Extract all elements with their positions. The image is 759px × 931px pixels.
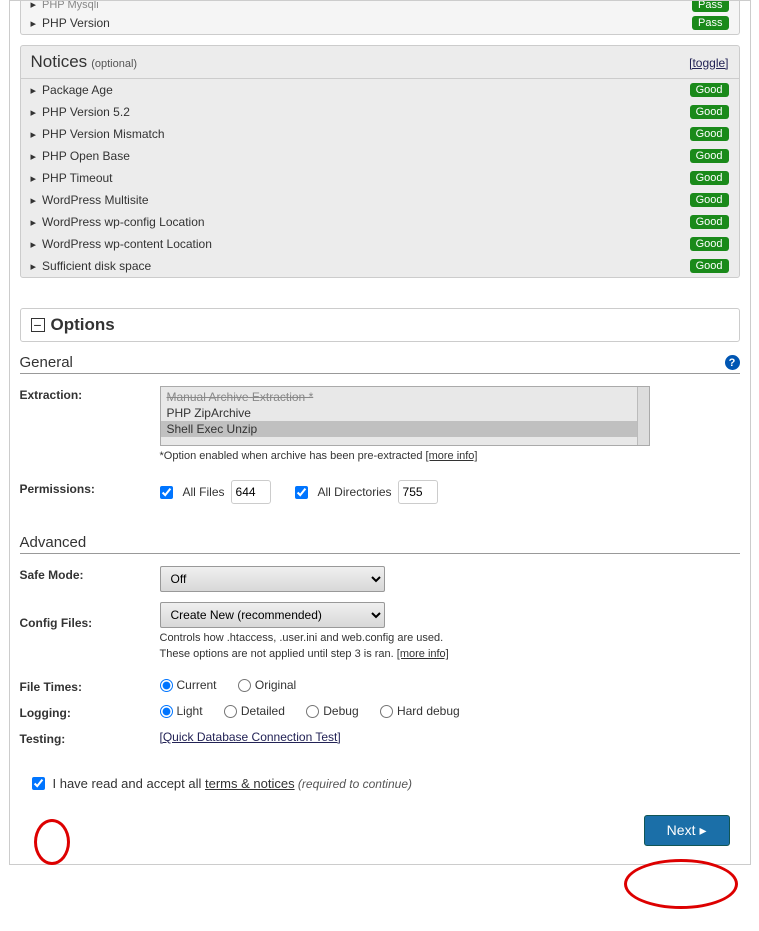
notice-row[interactable]: ▸ WordPress wp-config LocationGood [21,211,739,233]
help-icon[interactable]: ? [725,355,740,370]
status-badge: Good [690,83,729,97]
terms-link[interactable]: terms & notices [205,776,295,791]
notice-row[interactable]: ▸ WordPress MultisiteGood [21,189,739,211]
testing-label: Testing: [20,730,160,746]
check-label: PHP Version [42,16,692,30]
notices-panel: Notices (optional) [toggle] ▸ Package Age… [20,45,740,278]
chevron-right-icon: ▸ [31,260,37,273]
notice-row[interactable]: ▸ Package AgeGood [21,79,739,101]
annotation-circle [34,819,70,865]
status-badge: Pass [692,16,728,30]
status-badge: Good [690,237,729,251]
status-badge: Good [690,193,729,207]
file-times-original-radio[interactable] [238,679,251,692]
notice-label: Sufficient disk space [42,259,690,273]
check-row[interactable]: ▸ PHP MysqliPass [21,1,739,12]
logging-light-radio[interactable] [160,705,173,718]
chevron-right-icon: ▸ [31,17,37,30]
terms-prefix: I have read and accept all [53,776,206,791]
logging-label: Logging: [20,704,160,720]
extraction-label: Extraction: [20,386,160,462]
perm-files-input[interactable] [231,480,271,504]
chevron-right-icon: ▸ [31,106,37,119]
notice-label: PHP Version 5.2 [42,105,690,119]
notice-row[interactable]: ▸ PHP Open BaseGood [21,145,739,167]
perm-files-label: All Files [183,485,225,499]
config-files-select[interactable]: Create New (recommended) [160,602,385,628]
logging-hard-radio[interactable] [380,705,393,718]
status-badge: Pass [692,1,728,12]
status-badge: Good [690,215,729,229]
perm-dirs-label: All Directories [318,485,392,499]
options-header[interactable]: − Options [20,308,740,342]
config-hint1: Controls how .htaccess, .user.ini and we… [160,632,740,644]
safe-mode-label: Safe Mode: [20,566,160,592]
notices-toggle-link[interactable]: [toggle] [689,56,728,70]
file-times-label: File Times: [20,678,160,694]
general-title: General [20,354,73,371]
check-label: PHP Mysqli [42,1,692,11]
notice-row[interactable]: ▸ PHP Version 5.2Good [21,101,739,123]
status-badge: Good [690,105,729,119]
chevron-right-icon: ▸ [31,238,37,251]
extraction-select[interactable]: Manual Archive Extraction * PHP ZipArchi… [160,386,650,446]
status-badge: Good [690,127,729,141]
extraction-hint: *Option enabled when archive has been pr… [160,450,740,462]
notice-label: WordPress wp-content Location [42,237,690,251]
notice-row[interactable]: ▸ WordPress wp-content LocationGood [21,233,739,255]
perm-files-checkbox[interactable] [160,486,173,499]
chevron-right-icon: ▸ [699,822,706,838]
chevron-right-icon: ▸ [31,216,37,229]
advanced-title: Advanced [20,534,87,551]
notice-label: PHP Version Mismatch [42,127,690,141]
collapse-icon: − [31,318,45,332]
terms-checkbox[interactable] [32,777,45,790]
status-badge: Good [690,171,729,185]
notices-title: Notices [31,52,88,72]
check-row[interactable]: ▸ PHP VersionPass [21,12,739,34]
safe-mode-select[interactable]: Off [160,566,385,592]
notice-label: PHP Open Base [42,149,690,163]
chevron-right-icon: ▸ [31,194,37,207]
extraction-opt-ziparchive[interactable]: PHP ZipArchive [161,405,649,421]
status-badge: Good [690,259,729,273]
chevron-right-icon: ▸ [31,128,37,141]
permissions-label: Permissions: [20,480,160,504]
extraction-opt-manual: Manual Archive Extraction * [161,389,649,405]
config-hint2: These options are not applied until step… [160,648,740,660]
perm-dirs-input[interactable] [398,480,438,504]
chevron-right-icon: ▸ [31,1,37,11]
file-times-current-radio[interactable] [160,679,173,692]
notice-label: Package Age [42,83,690,97]
chevron-right-icon: ▸ [31,150,37,163]
chevron-right-icon: ▸ [31,84,37,97]
extraction-opt-shell[interactable]: Shell Exec Unzip [161,421,649,437]
notices-subtitle: (optional) [91,58,137,70]
chevron-right-icon: ▸ [31,172,37,185]
options-title: Options [51,315,115,335]
perm-dirs-checkbox[interactable] [295,486,308,499]
notice-row[interactable]: ▸ PHP TimeoutGood [21,167,739,189]
notice-label: PHP Timeout [42,171,690,185]
logging-debug-radio[interactable] [306,705,319,718]
scrollbar[interactable] [637,387,649,445]
extraction-more-info-link[interactable]: [more info] [426,450,478,462]
annotation-circle [624,859,738,909]
quick-db-test-link[interactable]: [Quick Database Connection Test] [160,730,341,744]
config-more-info-link[interactable]: [more info] [397,648,449,660]
terms-suffix: (required to continue) [295,777,412,791]
notice-row[interactable]: ▸ PHP Version MismatchGood [21,123,739,145]
next-button[interactable]: Next▸ [644,815,730,846]
notice-label: WordPress Multisite [42,193,690,207]
config-files-label: Config Files: [20,602,160,660]
status-badge: Good [690,149,729,163]
logging-detailed-radio[interactable] [224,705,237,718]
notice-label: WordPress wp-config Location [42,215,690,229]
notice-row[interactable]: ▸ Sufficient disk spaceGood [21,255,739,277]
